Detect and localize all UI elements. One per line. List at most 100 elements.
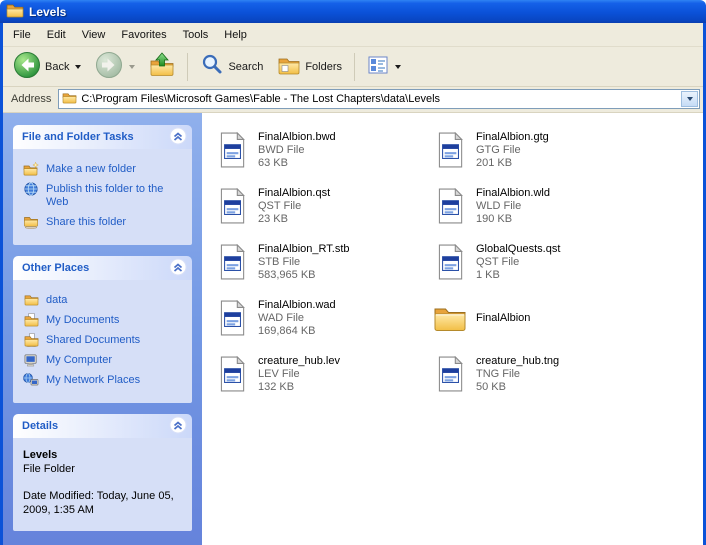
place-shared-documents[interactable]: Shared Documents (23, 333, 186, 347)
up-button[interactable] (143, 49, 181, 84)
address-combo[interactable]: C:\Program Files\Microsoft Games\Fable -… (58, 89, 700, 109)
file-tile[interactable]: creature_hub.tngTNG File50 KB (432, 346, 650, 402)
file-name: FinalAlbion_RT.stb (258, 243, 350, 256)
menu-favorites[interactable]: Favorites (113, 25, 174, 45)
file-type: TNG File (476, 368, 559, 381)
other-places-title: Other Places (22, 262, 89, 274)
search-button[interactable]: Search (194, 50, 269, 83)
file-size: 23 KB (258, 213, 330, 226)
task-label: Publish this folder to the Web (46, 182, 186, 209)
place-my-network-places[interactable]: My Network Places (23, 373, 186, 387)
address-label: Address (11, 93, 51, 105)
share-folder-icon (23, 215, 39, 229)
toolbar-separator (187, 53, 188, 81)
panel-details: Details Levels File Folder Date Mod (13, 414, 192, 531)
collapse-chevron-icon[interactable] (169, 258, 187, 279)
file-name: FinalAlbion.bwd (258, 131, 336, 144)
address-path: C:\Program Files\Microsoft Games\Fable -… (81, 93, 677, 105)
new-folder-icon (23, 162, 39, 176)
menu-help[interactable]: Help (216, 25, 255, 45)
menu-edit[interactable]: Edit (39, 25, 74, 45)
file-tasks-body: Make a new folder Publish this folder t (13, 149, 192, 245)
collapse-chevron-icon[interactable] (169, 416, 187, 437)
forward-button[interactable] (89, 48, 141, 85)
back-dropdown-arrow-icon[interactable] (75, 65, 81, 69)
menu-view[interactable]: View (74, 25, 114, 45)
file-tasks-header[interactable]: File and Folder Tasks (13, 125, 192, 149)
folder-icon (23, 293, 39, 306)
menu-bar: File Edit View Favorites Tools Help (3, 23, 703, 47)
task-label: Make a new folder (46, 162, 136, 176)
my-documents-icon (23, 313, 39, 327)
file-tiles-grid: FinalAlbion.bwdBWD File63 KB FinalAlbion… (214, 122, 703, 402)
main-area: File and Folder Tasks (3, 113, 703, 545)
file-size: 1 KB (476, 269, 560, 282)
views-dropdown-arrow-icon[interactable] (395, 65, 401, 69)
file-size: 201 KB (476, 157, 549, 170)
network-places-icon (23, 373, 39, 387)
views-button[interactable] (361, 51, 407, 82)
folders-button[interactable]: Folders (271, 50, 348, 83)
file-name: FinalAlbion.wld (476, 187, 550, 200)
task-publish-to-web[interactable]: Publish this folder to the Web (23, 182, 186, 209)
folder-tile[interactable]: FinalAlbion (432, 290, 650, 346)
place-label: data (46, 293, 67, 307)
forward-dropdown-arrow-icon[interactable] (129, 65, 135, 69)
file-type: STB File (258, 256, 350, 269)
collapse-chevron-icon[interactable] (169, 127, 187, 148)
my-computer-icon (23, 353, 39, 367)
file-tile[interactable]: FinalAlbion.bwdBWD File63 KB (214, 122, 432, 178)
place-my-computer[interactable]: My Computer (23, 353, 186, 367)
folders-label: Folders (305, 61, 342, 73)
generic-file-icon (214, 188, 250, 224)
place-label: My Network Places (46, 373, 140, 387)
back-icon (13, 51, 41, 82)
file-type: LEV File (258, 368, 340, 381)
generic-file-icon (214, 300, 250, 336)
generic-file-icon (432, 188, 468, 224)
menu-file[interactable]: File (5, 25, 39, 45)
other-places-header[interactable]: Other Places (13, 256, 192, 280)
file-size: 583,965 KB (258, 269, 350, 282)
generic-file-icon (432, 244, 468, 280)
file-tile[interactable]: FinalAlbion.wldWLD File190 KB (432, 178, 650, 234)
task-share-folder[interactable]: Share this folder (23, 215, 186, 229)
address-folder-icon (62, 91, 77, 107)
back-label: Back (45, 61, 69, 73)
address-dropdown-button[interactable] (681, 91, 698, 107)
generic-file-icon (214, 244, 250, 280)
back-button[interactable]: Back (7, 48, 87, 85)
place-label: Shared Documents (46, 333, 140, 347)
file-size: 63 KB (258, 157, 336, 170)
window-title: Levels (29, 5, 66, 19)
file-size: 169,864 KB (258, 325, 336, 338)
other-places-body: data My Documents (13, 280, 192, 403)
address-dropdown-arrow-icon (687, 97, 693, 101)
file-tile[interactable]: GlobalQuests.qstQST File1 KB (432, 234, 650, 290)
task-make-new-folder[interactable]: Make a new folder (23, 162, 186, 176)
generic-file-icon (432, 132, 468, 168)
details-folder-type: File Folder (23, 462, 182, 476)
publish-web-globe-icon (23, 182, 39, 196)
task-pane: File and Folder Tasks (3, 113, 202, 545)
file-tile[interactable]: FinalAlbion.gtgGTG File201 KB (432, 122, 650, 178)
file-tile[interactable]: creature_hub.levLEV File132 KB (214, 346, 432, 402)
window-frame: File Edit View Favorites Tools Help Back (0, 23, 706, 545)
panel-file-tasks: File and Folder Tasks (13, 125, 192, 245)
title-bar: Levels (0, 0, 706, 23)
file-tile[interactable]: FinalAlbion.qstQST File23 KB (214, 178, 432, 234)
file-name: GlobalQuests.qst (476, 243, 560, 256)
menu-tools[interactable]: Tools (175, 25, 217, 45)
place-label: My Computer (46, 353, 112, 367)
file-size: 50 KB (476, 381, 559, 394)
place-data[interactable]: data (23, 293, 186, 307)
file-type: WAD File (258, 312, 336, 325)
place-my-documents[interactable]: My Documents (23, 313, 186, 327)
file-type: QST File (476, 256, 560, 269)
file-tile[interactable]: FinalAlbion.wadWAD File169,864 KB (214, 290, 432, 346)
details-header[interactable]: Details (13, 414, 192, 438)
file-tile[interactable]: FinalAlbion_RT.stbSTB File583,965 KB (214, 234, 432, 290)
file-type: GTG File (476, 144, 549, 157)
file-name: FinalAlbion (476, 312, 530, 325)
file-name: FinalAlbion.gtg (476, 131, 549, 144)
